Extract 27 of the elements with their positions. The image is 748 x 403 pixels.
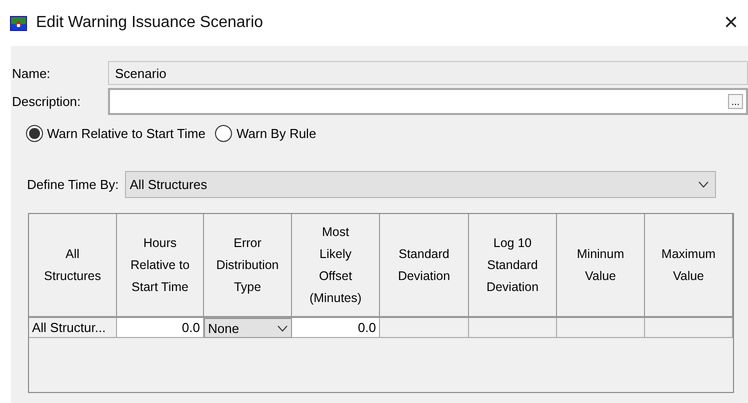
dropdown[interactable]: None [204,318,292,338]
column-header: Error Distribution Type [204,214,292,318]
name-label: Name: [11,66,52,80]
column-header: Log 10 Standard Deviation [469,214,557,318]
radio-button[interactable] [26,124,43,142]
radio-label: Warn Relative to Start Time [47,126,206,140]
app-icon [10,16,27,30]
radio-label: Warn By Rule [236,126,316,140]
name-field[interactable]: Scenario [108,61,748,85]
column-header: Maximum Value [645,214,733,318]
column-header: Most Likely Offset (Minutes) [292,214,380,318]
description-label: Description: [11,94,82,108]
description-field[interactable]: ... [108,88,748,114]
column-header: All Structures [29,214,117,318]
chevron-down-icon [277,324,288,332]
close-button[interactable]: × [724,11,738,35]
define-time-dropdown[interactable]: All Structures [124,171,716,198]
column-header: Standard Deviation [380,214,469,318]
column-header: Hours Relative to Start Time [117,214,204,318]
radio-button[interactable] [215,124,232,142]
column-header: Mininum Value [557,214,645,318]
define-time-label: Define Time By: [27,177,119,192]
chevron-down-icon [698,181,709,188]
table-cell[interactable]: 0.0 [117,318,204,338]
window-title: Edit Warning Issuance Scenario [36,14,264,32]
ellipsis-button[interactable]: ... [728,94,743,108]
table-cell[interactable]: 0.0 [292,318,380,338]
